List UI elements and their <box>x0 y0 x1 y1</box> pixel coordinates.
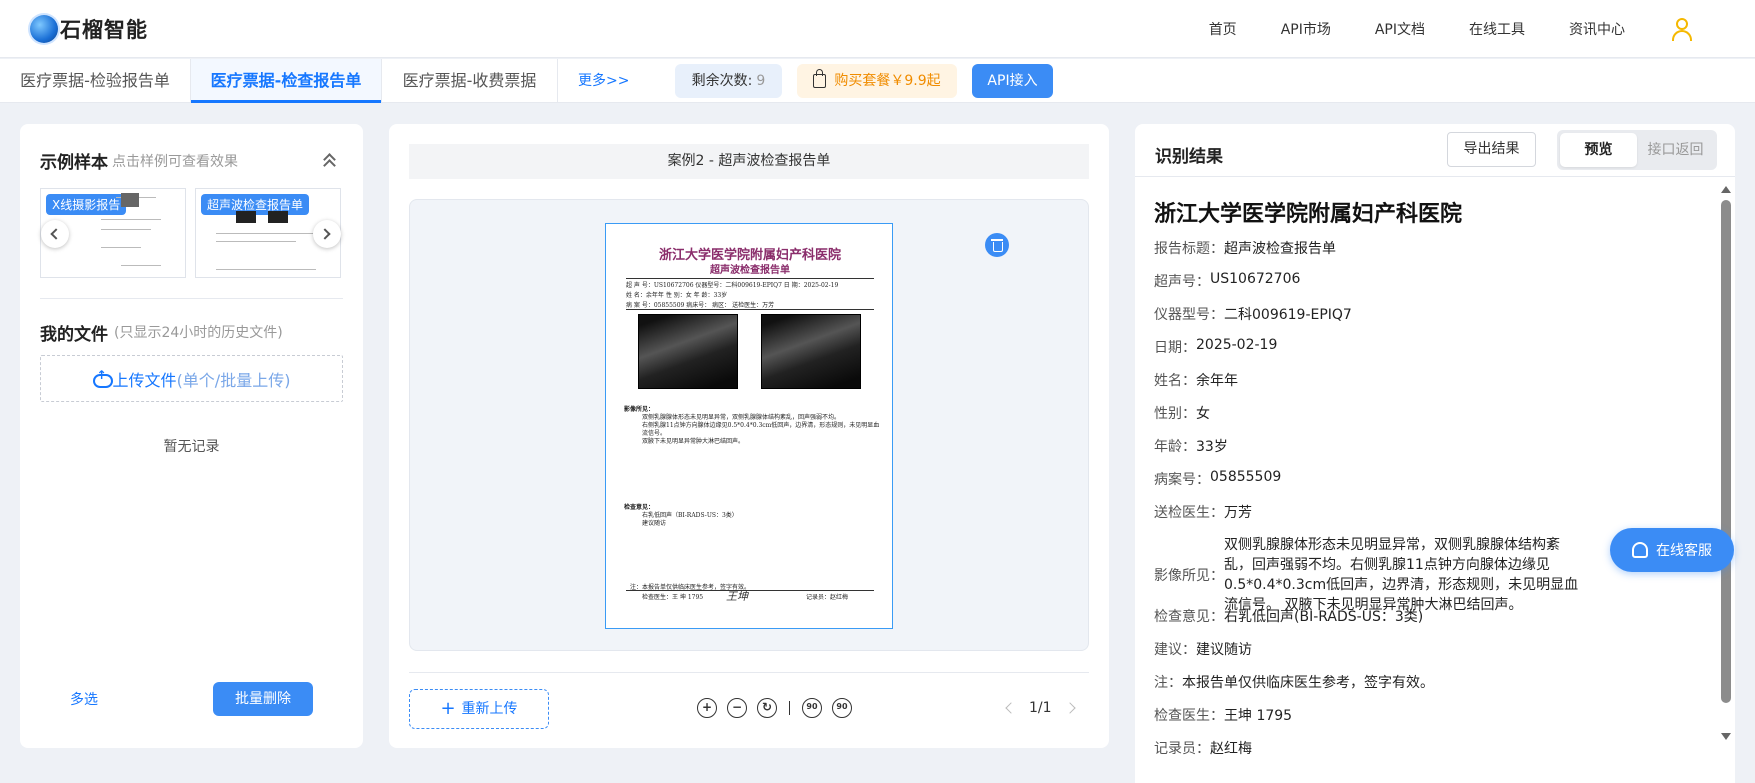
bulk-delete-button[interactable]: 批量删除 <box>213 682 313 716</box>
headset-icon <box>1632 542 1648 558</box>
scroll-up-icon[interactable] <box>1721 186 1731 193</box>
doc-findings-line: 右侧乳腺11点钟方向腺体边缘见0.5*0.4*0.3cm低回声，边界清，形态规则… <box>642 422 880 429</box>
result-field: 超声号： US10672706 <box>1154 271 1301 290</box>
user-icon[interactable] <box>1669 16 1695 42</box>
result-field-findings: 影像所见： 双侧乳腺腺体形态未见明显异常，双侧乳腺腺体结构紊乱，回声强弱不均。右侧… <box>1154 537 1579 613</box>
result-field: 年龄： 33岁 <box>1154 439 1228 455</box>
nav-home[interactable]: 首页 <box>1209 19 1237 39</box>
collapse-icon[interactable] <box>322 151 338 172</box>
logo[interactable]: 石榴智能 <box>30 14 148 44</box>
result-panel: 识别结果 导出结果 预览 接口返回 浙江大学医学院附属妇产科医院 报告标题： 超声… <box>1135 124 1735 783</box>
doc-recorder: 记录员：赵红梅 <box>806 594 849 601</box>
my-files-hint: (只显示24小时的历史文件) <box>114 325 283 341</box>
buy-label: 购买套餐￥9.9起 <box>834 73 941 89</box>
cloud-upload-icon <box>92 368 113 388</box>
result-title: 识别结果 <box>1155 147 1223 167</box>
logo-icon <box>30 15 58 43</box>
my-files-title: 我的文件 <box>40 325 108 345</box>
doc-findings-line: 双腋下未见明显异常肿大淋巴结回声。 <box>642 438 745 445</box>
online-support-button[interactable]: 在线客服 <box>1610 528 1734 572</box>
next-page-icon[interactable] <box>1063 702 1076 714</box>
nav-api-market[interactable]: API市场 <box>1281 19 1331 39</box>
case-title: 案例2 - 超声波检查报告单 <box>409 144 1089 179</box>
toggle-preview[interactable]: 预览 <box>1560 133 1637 167</box>
samples-hint: 点击样例可查看效果 <box>112 154 238 170</box>
api-access-button[interactable]: API接入 <box>972 64 1053 98</box>
upload-file-button[interactable]: 上传文件(单个/批量上传) <box>40 355 343 402</box>
tab-fee-receipt[interactable]: 医疗票据-收费票据 <box>382 59 557 103</box>
chevron-right-icon[interactable] <box>313 220 341 248</box>
result-field: 仪器型号： 二科009619-EPIQ7 <box>1154 307 1352 323</box>
buy-package-button[interactable]: 购买套餐￥9.9起 <box>797 64 957 98</box>
page-indicator: 1/1 <box>1029 700 1052 716</box>
ultrasound-image <box>761 314 861 389</box>
tab-exam-report[interactable]: 医疗票据-检查报告单 <box>191 59 381 103</box>
result-field: 报告标题： 超声波检查报告单 <box>1154 241 1336 257</box>
document-image: 浙江大学医学院附属妇产科医院 超声波检查报告单 超 声 号：US10672706… <box>605 223 893 629</box>
upload-main-label: 上传文件 <box>112 370 177 390</box>
more-link[interactable]: 更多>> <box>578 59 629 103</box>
doc-opinion-line: 建议随访 <box>642 520 667 527</box>
result-field: 姓名： 余年年 <box>1154 373 1238 389</box>
result-field: 记录员： 赵红梅 <box>1154 741 1252 757</box>
doc-row: 姓 名：余年年 性 别：女 年 龄：33岁 <box>626 292 728 299</box>
ultrasound-image <box>638 314 738 389</box>
result-field: 日期： 2025-02-19 <box>1154 337 1278 356</box>
rotate-right-icon[interactable]: 90 <box>832 698 852 718</box>
scroll-thumb[interactable] <box>1721 200 1731 703</box>
chevron-left-icon[interactable] <box>41 220 69 248</box>
doc-subtitle: 超声波检查报告单 <box>710 265 790 276</box>
rotate-left-icon[interactable]: 90 <box>802 698 822 718</box>
result-field: 性别：女 <box>1154 406 1210 422</box>
zoom-in-icon[interactable]: + <box>697 698 717 718</box>
result-field: 病案号： 05855509 <box>1154 469 1282 488</box>
export-button[interactable]: 导出结果 <box>1447 132 1536 167</box>
scroll-down-icon[interactable] <box>1721 733 1731 740</box>
online-support-label: 在线客服 <box>1656 543 1712 559</box>
middle-panel: 案例2 - 超声波检查报告单 浙江大学医学院附属妇产科医院 超声波检查报告单 超… <box>389 124 1109 748</box>
nav-api-docs[interactable]: API文档 <box>1375 19 1425 39</box>
remaining-label: 剩余次数: <box>691 73 753 89</box>
sample-badge: X线摄影报告 <box>46 194 127 215</box>
prev-page-icon[interactable] <box>1005 702 1017 714</box>
doc-doctor: 检查医生：王 坤 1795 <box>642 594 704 601</box>
result-field: 建议： 建议随访 <box>1154 642 1252 658</box>
nav-news[interactable]: 资讯中心 <box>1569 19 1625 39</box>
tab-bar: 医疗票据-检验报告单 医疗票据-检查报告单 医疗票据-收费票据 更多>> 剩余次… <box>0 59 1755 103</box>
left-panel: 示例样本 点击样例可查看效果 X线摄影报告 超声波检查报告单 我的文件 (只显示… <box>20 124 363 748</box>
result-field: 送检医生： 万芳 <box>1154 505 1252 521</box>
upload-sub-label: (单个/批量上传) <box>176 370 291 390</box>
result-field: 检查医生： 王坤 1795 <box>1154 708 1293 724</box>
doc-row: 超 声 号：US10672706 仪器型号：二科009619-EPIQ7 日 期… <box>626 282 839 289</box>
reupload-button[interactable]: + 重新上传 <box>409 689 549 729</box>
tab-lab-report[interactable]: 医疗票据-检验报告单 <box>0 59 190 103</box>
remaining-value: 9 <box>756 73 766 89</box>
reset-icon[interactable]: ↻ <box>757 698 777 718</box>
result-field: 检查意见： 右乳低回声(BI-RADS-US：3类) <box>1154 609 1424 625</box>
shopping-bag-icon <box>813 69 827 88</box>
result-field: 注： 本报告单仅供临床医生参考，签字有效。 <box>1154 675 1434 691</box>
nav-online-tools[interactable]: 在线工具 <box>1469 19 1525 39</box>
result-scrollbar[interactable] <box>1720 186 1732 783</box>
pager: 1/1 <box>1005 700 1076 716</box>
doc-row: 病 案 号：05855509 病床号： 病区： 送检医生：万芳 <box>626 302 775 309</box>
main-nav: 首页 API市场 API文档 在线工具 资讯中心 <box>1165 0 1695 58</box>
brand-name: 石榴智能 <box>60 18 148 42</box>
document-preview: 浙江大学医学院附属妇产科医院 超声波检查报告单 超 声 号：US10672706… <box>409 199 1089 651</box>
samples-title: 示例样本 <box>40 153 108 173</box>
remaining-count: 剩余次数: 9 <box>675 64 782 98</box>
view-toggle: 预览 接口返回 <box>1557 130 1717 170</box>
reupload-label: 重新上传 <box>461 701 518 717</box>
multi-select-button[interactable]: 多选 <box>70 689 98 709</box>
image-toolbar: + − ↻ 90 90 <box>697 698 862 718</box>
result-hospital: 浙江大学医学院附属妇产科医院 <box>1154 202 1463 227</box>
zoom-out-icon[interactable]: − <box>727 698 747 718</box>
empty-state: 暂无记录 <box>163 439 220 455</box>
toggle-api-response[interactable]: 接口返回 <box>1637 133 1714 167</box>
doc-signature: 王坤 <box>726 590 748 603</box>
trash-icon[interactable] <box>985 233 1009 257</box>
top-bar: 石榴智能 首页 API市场 API文档 在线工具 资讯中心 <box>0 0 1755 58</box>
